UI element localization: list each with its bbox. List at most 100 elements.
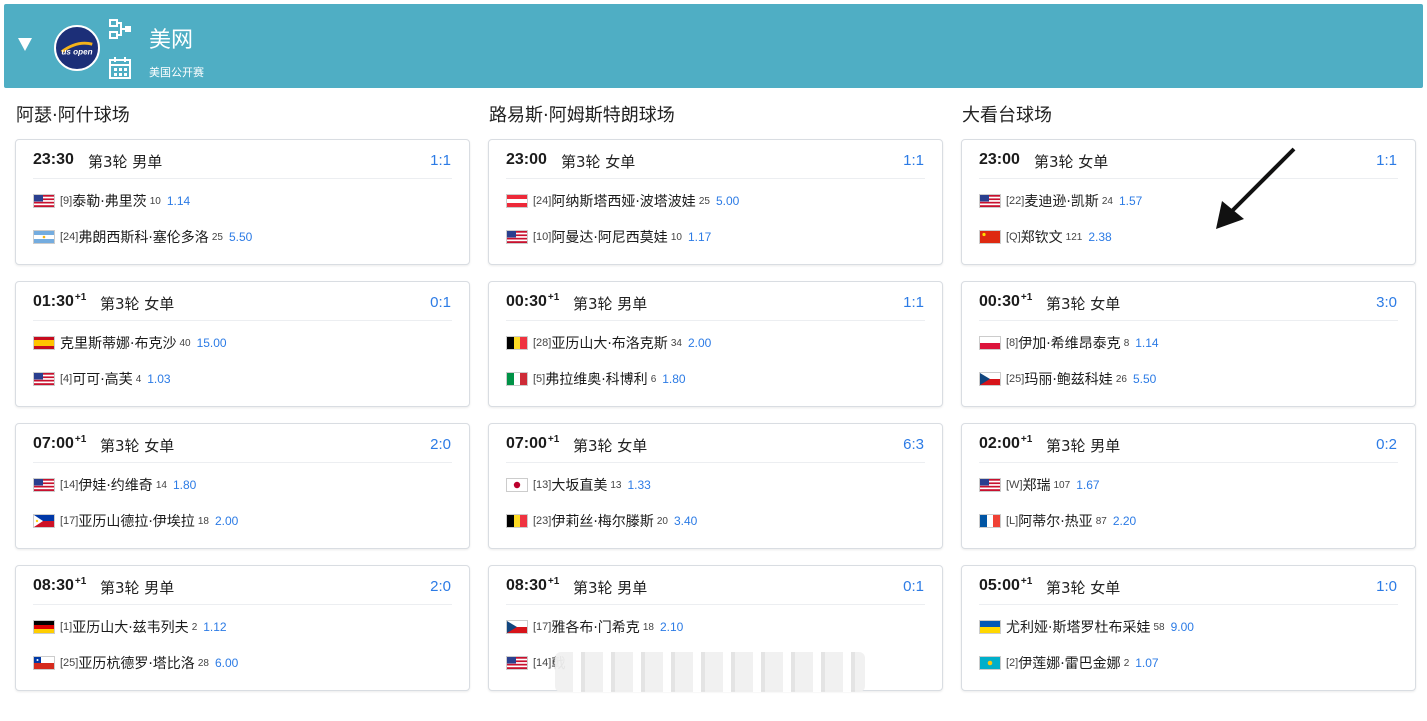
flag-us-icon — [506, 656, 528, 670]
match-score: 3:0 — [1376, 294, 1397, 311]
flag-us-icon — [979, 194, 1001, 208]
match-card[interactable]: 01:30+1 第3轮 女单 0:1 克里斯蒂娜·布克沙 40 15.00 [4… — [15, 281, 470, 407]
match-card[interactable]: 23:00 第3轮 女单 1:1 [24] 阿纳斯塔西娅·波塔波娃 25 5.0… — [488, 139, 943, 265]
player-name: 郑钦文 — [1020, 230, 1063, 246]
player-name: 大坂直美 — [551, 478, 608, 494]
player-row[interactable]: [Q] 郑钦文 121 2.38 — [979, 228, 1112, 246]
match-card[interactable]: 02:00+1 第3轮 男单 0:2 [W] 郑瑞 107 1.67 [L] 阿… — [961, 423, 1416, 549]
player-row[interactable]: [4] 可可·高芙 4 1.03 — [33, 370, 171, 388]
match-card[interactable]: 07:00+1 第3轮 女单 2:0 [14] 伊娃·约维奇 14 1.80 [… — [15, 423, 470, 549]
player-odds[interactable]: 1.14 — [1135, 336, 1158, 350]
player-row[interactable]: [28] 亚历山大·布洛克斯 34 2.00 — [506, 334, 711, 352]
match-time: 07:00+1 — [33, 434, 87, 452]
player-odds[interactable]: 1.80 — [662, 372, 685, 386]
match-time: 08:30+1 — [33, 576, 87, 594]
player-odds[interactable]: 2.10 — [660, 620, 683, 634]
collapse-triangle-icon[interactable] — [18, 38, 32, 51]
player-row[interactable]: [L] 阿蒂尔·热亚 87 2.20 — [979, 512, 1136, 530]
player-row[interactable]: [W] 郑瑞 107 1.67 — [979, 476, 1100, 494]
flag-pl-icon — [979, 336, 1001, 350]
day-offset: +1 — [1020, 434, 1033, 445]
player-odds[interactable]: 1.03 — [147, 372, 170, 386]
player-odds[interactable]: 15.00 — [197, 336, 227, 350]
player-row[interactable]: [5] 弗拉维奥·科博利 6 1.80 — [506, 370, 686, 388]
match-card[interactable]: 23:00 第3轮 女单 1:1 [22] 麦迪逊·凯斯 24 1.57 [Q]… — [961, 139, 1416, 265]
match-card[interactable]: 08:30+1 第3轮 男单 2:0 [1] 亚历山大·兹韦列夫 2 1.12 … — [15, 565, 470, 691]
card-divider — [979, 604, 1398, 605]
player-odds[interactable]: 1.12 — [203, 620, 226, 634]
player-row[interactable]: [22] 麦迪逊·凯斯 24 1.57 — [979, 192, 1142, 210]
flag-kz-icon — [979, 656, 1001, 670]
player-row[interactable]: [2] 伊莲娜·雷巴金娜 2 1.07 — [979, 654, 1159, 672]
player-odds[interactable]: 1.33 — [627, 478, 650, 492]
player-odds[interactable]: 2.20 — [1113, 514, 1136, 528]
match-time: 07:00+1 — [506, 434, 560, 452]
player-row[interactable]: 克里斯蒂娜·布克沙 40 15.00 — [33, 334, 227, 352]
match-card[interactable]: 00:30+1 第3轮 女单 3:0 [8] 伊加·希维昂泰克 8 1.14 [… — [961, 281, 1416, 407]
match-card[interactable]: 23:30 第3轮 男单 1:1 [9] 泰勒·弗里茨 10 1.14 [24]… — [15, 139, 470, 265]
player-odds[interactable]: 5.50 — [229, 230, 252, 244]
match-score: 2:0 — [430, 578, 451, 595]
player-odds[interactable]: 2.00 — [688, 336, 711, 350]
player-odds[interactable]: 9.00 — [1171, 620, 1194, 634]
match-round: 第3轮 男单 — [1046, 437, 1121, 455]
player-row[interactable]: [24] 弗朗西斯科·塞伦多洛 25 5.50 — [33, 228, 252, 246]
player-odds[interactable]: 2.38 — [1088, 230, 1111, 244]
player-row[interactable]: [8] 伊加·希维昂泰克 8 1.14 — [979, 334, 1159, 352]
player-odds[interactable]: 1.67 — [1076, 478, 1099, 492]
match-round: 第3轮 女单 — [561, 153, 636, 171]
player-seed: [2] — [1006, 657, 1019, 669]
match-card[interactable]: 05:00+1 第3轮 女单 1:0 尤利娅·斯塔罗杜布采娃 58 9.00 [… — [961, 565, 1416, 691]
flag-it-icon — [506, 372, 528, 386]
player-rank: 121 — [1065, 231, 1083, 243]
player-row[interactable]: [24] 阿纳斯塔西娅·波塔波娃 25 5.00 — [506, 192, 739, 210]
player-row[interactable]: [1] 亚历山大·兹韦列夫 2 1.12 — [33, 618, 227, 636]
player-row[interactable]: [17] 亚历山德拉·伊埃拉 18 2.00 — [33, 512, 238, 530]
player-row[interactable]: 尤利娅·斯塔罗杜布采娃 58 9.00 — [979, 618, 1194, 636]
calendar-icon[interactable] — [108, 56, 132, 80]
match-card[interactable]: 07:00+1 第3轮 女单 6:3 [13] 大坂直美 13 1.33 [23… — [488, 423, 943, 549]
tournament-header: us open 美网 美国公开赛 — [4, 4, 1423, 88]
player-seed: [10] — [533, 231, 552, 243]
player-odds[interactable]: 1.07 — [1135, 656, 1158, 670]
day-offset: +1 — [547, 292, 560, 303]
player-name: 伊莲娜·雷巴金娜 — [1018, 656, 1121, 672]
player-name: 可可·高芙 — [72, 372, 133, 388]
match-card[interactable]: 00:30+1 第3轮 男单 1:1 [28] 亚历山大·布洛克斯 34 2.0… — [488, 281, 943, 407]
player-row[interactable]: [14] 伊娃·约维奇 14 1.80 — [33, 476, 196, 494]
card-divider — [33, 178, 452, 179]
player-odds[interactable]: 1.57 — [1119, 194, 1142, 208]
match-time: 02:00+1 — [979, 434, 1033, 452]
player-rank: 4 — [135, 373, 142, 385]
player-row[interactable]: [9] 泰勒·弗里茨 10 1.14 — [33, 192, 190, 210]
player-seed: [17] — [60, 515, 79, 527]
flag-ua-icon — [979, 620, 1001, 634]
player-row[interactable]: [13] 大坂直美 13 1.33 — [506, 476, 651, 494]
player-name: 克里斯蒂娜·布克沙 — [60, 336, 177, 352]
flag-es-icon — [33, 336, 55, 350]
player-row[interactable]: [25] 亚历杭德罗·塔比洛 28 6.00 — [33, 654, 238, 672]
player-row[interactable]: [17] 雅各布·门希克 18 2.10 — [506, 618, 683, 636]
player-rank: 87 — [1095, 515, 1107, 527]
player-odds[interactable]: 5.00 — [716, 194, 739, 208]
player-odds[interactable]: 3.40 — [674, 514, 697, 528]
day-offset: +1 — [74, 434, 87, 445]
player-odds[interactable]: 2.00 — [215, 514, 238, 528]
player-odds[interactable]: 5.50 — [1133, 372, 1156, 386]
player-seed: [23] — [533, 515, 552, 527]
player-odds[interactable]: 6.00 — [215, 656, 238, 670]
player-odds[interactable]: 1.17 — [688, 230, 711, 244]
player-row[interactable]: [23] 伊莉丝·梅尔滕斯 20 3.40 — [506, 512, 697, 530]
bracket-icon[interactable] — [108, 18, 132, 42]
player-seed: [28] — [533, 337, 552, 349]
player-odds[interactable]: 1.14 — [167, 194, 190, 208]
match-round: 第3轮 女单 — [1034, 153, 1109, 171]
player-odds[interactable]: 1.80 — [173, 478, 196, 492]
player-row[interactable]: [10] 阿曼达·阿尼西莫娃 10 1.17 — [506, 228, 711, 246]
match-time: 23:30 — [33, 151, 74, 168]
day-offset: +1 — [1020, 292, 1033, 303]
match-round: 第3轮 女单 — [100, 437, 175, 455]
day-offset: +1 — [74, 292, 87, 303]
player-row[interactable]: [25] 玛丽·鲍兹科娃 26 5.50 — [979, 370, 1156, 388]
flag-cz-icon — [506, 620, 528, 634]
